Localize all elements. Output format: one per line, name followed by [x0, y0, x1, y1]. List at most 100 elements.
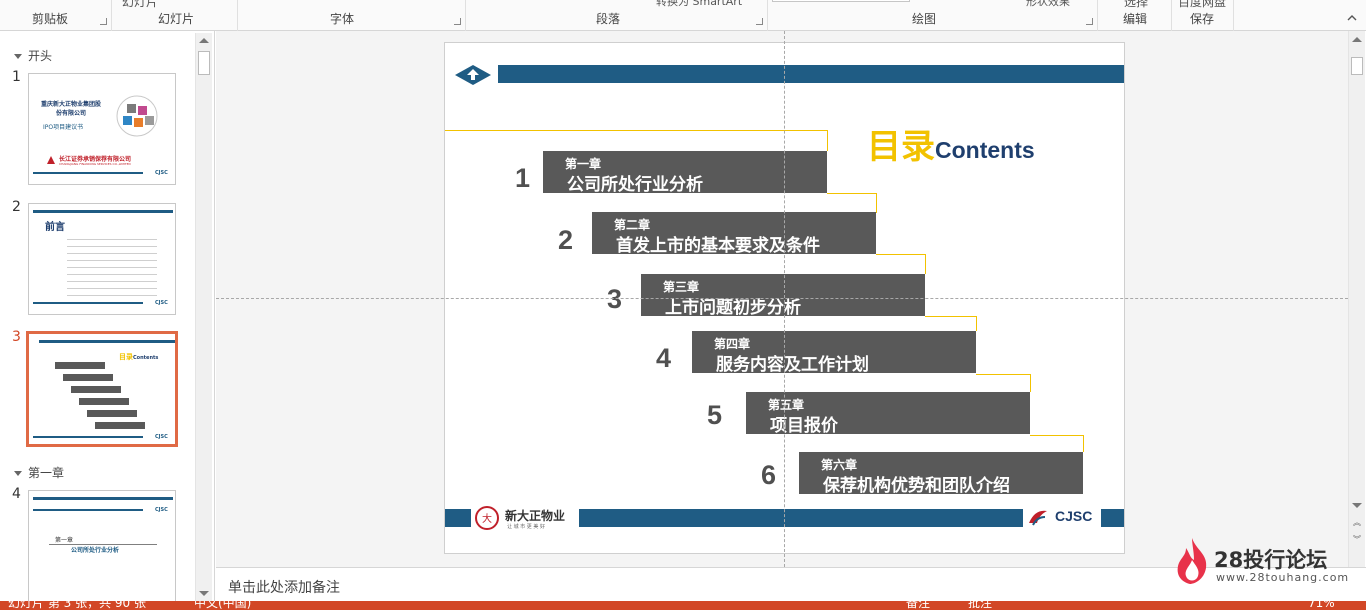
slide-number: 2 — [12, 199, 21, 215]
thumb-chapter-title: 公司所处行业分析 — [71, 547, 120, 554]
chapter-title: 公司所处行业分析 — [567, 175, 703, 195]
chapter-title: 保荐机构优势和团队介绍 — [823, 476, 1010, 496]
shape-effects-button[interactable]: 形状效果 — [1026, 0, 1070, 9]
thumb-chapter: 第一章 — [55, 537, 74, 544]
vertical-guide[interactable] — [784, 31, 785, 567]
scrollbar-thumb[interactable] — [1351, 57, 1363, 75]
comments-button[interactable]: 批注 — [968, 601, 992, 609]
baidu-netdisk-button[interactable]: 百度网盘 — [1178, 0, 1226, 10]
watermark-logo: 28投行论坛 www.28touhang.com — [1172, 536, 1348, 588]
chapter-number: 5 — [707, 400, 723, 430]
scroll-up-icon[interactable] — [199, 38, 209, 43]
slide-logo-icon — [455, 65, 491, 85]
ribbon-group-font[interactable]: 字体 — [238, 0, 466, 31]
thumb-footer-bar — [33, 509, 143, 511]
thumbnail-scrollbar[interactable] — [195, 33, 212, 601]
scroll-down-icon[interactable] — [199, 591, 209, 596]
dialog-launcher-icon[interactable] — [100, 18, 107, 25]
previous-slide-icon[interactable]: ︽ — [1353, 519, 1361, 527]
section-header-chapter1[interactable]: 第一章 — [14, 464, 64, 481]
ribbon-group-label: 编辑 — [1123, 12, 1148, 26]
dialog-launcher-icon[interactable] — [454, 18, 461, 25]
shape-gallery[interactable] — [772, 0, 910, 2]
section-label: 开头 — [28, 49, 53, 63]
footer-company-name: 新大正物业 — [505, 509, 566, 523]
chapter-item-6[interactable]: 第六章 保荐机构优势和团队介绍 — [799, 452, 1083, 496]
language-indicator[interactable]: 中文(中国) — [194, 601, 251, 609]
slide-header-bar — [498, 65, 1124, 83]
chapter-number: 6 — [761, 460, 777, 490]
ribbon-group-clipboard[interactable]: 剪贴板 — [0, 0, 112, 31]
cubes-graphic-icon — [116, 95, 158, 137]
chapter-title: 服务内容及工作计划 — [716, 355, 869, 375]
chapter-item-4[interactable]: 第四章 服务内容及工作计划 — [692, 331, 976, 375]
slide-editor[interactable]: 目录Contents 1 第一章 公司所处行业分析 2 第二章 首发上市的基本要… — [216, 31, 1348, 567]
chapter-item-3[interactable]: 第三章 上市问题初步分析 — [641, 274, 925, 318]
slide-title: 目录Contents — [867, 119, 1035, 168]
ribbon-group-label: 段落 — [596, 12, 621, 26]
slide-thumbnail-2[interactable]: 前言 CJSC — [28, 203, 176, 315]
thumb-cjsc-tag: CJSC — [155, 300, 168, 306]
scrollbar-thumb[interactable] — [198, 51, 210, 75]
chapter-number: 2 — [558, 225, 574, 255]
chapter-connector-line — [445, 130, 828, 151]
slide-thumbnail-4[interactable]: CJSC 第一章 公司所处行业分析 — [28, 490, 176, 605]
collapse-section-icon[interactable] — [14, 471, 22, 476]
chapter-connector-line — [1030, 435, 1084, 452]
thumb-title-cn: 目录 — [119, 353, 133, 361]
thumb-footer-bar — [33, 302, 143, 304]
ribbon-group-label: 幻灯片 — [158, 12, 195, 26]
chapter-connector-line — [976, 374, 1031, 392]
ribbon-group-save[interactable]: 百度网盘 保存 — [1172, 0, 1234, 31]
thumb-text-lines — [67, 236, 157, 296]
scroll-down-icon[interactable] — [1352, 503, 1362, 508]
company-seal-icon: 大 — [475, 506, 499, 530]
new-slide-button[interactable]: 幻灯片 — [122, 0, 158, 10]
ribbon-group-drawing[interactable]: 形状效果 绘图 — [768, 0, 1098, 31]
thumb-header-bar — [39, 340, 175, 343]
smartart-button[interactable]: 转换为 SmartArt — [656, 0, 742, 9]
slide-info[interactable]: 幻灯片 第 3 张，共 90 张 — [8, 601, 146, 609]
chapter-number: 1 — [515, 163, 531, 193]
collapse-section-icon[interactable] — [14, 54, 22, 59]
ribbon-group-editing[interactable]: 选择 编辑 — [1098, 0, 1172, 31]
watermark-brand: 28投行论坛 — [1214, 548, 1328, 572]
ribbon-group-paragraph[interactable]: 转换为 SmartArt 段落 — [466, 0, 768, 31]
ribbon-group-slides[interactable]: 幻灯片 幻灯片 — [112, 0, 238, 31]
footer-slogan: 让 城 市 更 美 好 — [507, 524, 545, 530]
ribbon-group-label: 字体 — [330, 12, 355, 26]
scroll-up-icon[interactable] — [1352, 37, 1362, 42]
slide-thumbnail-1[interactable]: 重庆新大正物业集团股份有限公司 IPO项目建议书 长江证券承销保荐有限公司 CH… — [28, 73, 176, 185]
chapter-number: 3 — [607, 284, 623, 314]
ribbon: 剪贴板 幻灯片 幻灯片 字体 转换为 SmartArt 段落 形状效果 绘图 选… — [0, 0, 1366, 31]
collapse-ribbon-icon[interactable] — [1346, 12, 1358, 24]
thumb-cjsc-tag: CJSC — [155, 434, 168, 440]
dialog-launcher-icon[interactable] — [1086, 18, 1093, 25]
chapter-item-2[interactable]: 第二章 首发上市的基本要求及条件 — [592, 212, 876, 256]
notes-button[interactable]: 备注 — [906, 601, 930, 609]
chapter-number: 4 — [656, 343, 672, 373]
slide-thumbnail-panel[interactable]: 开头 1 重庆新大正物业集团股份有限公司 IPO项目建议书 长江证券承销保荐有限… — [0, 31, 215, 605]
editor-scrollbar[interactable]: ︽ ︾ — [1348, 31, 1365, 567]
select-button[interactable]: 选择 — [1124, 0, 1148, 10]
cj-logo-icon — [47, 156, 55, 164]
chapter-title: 上市问题初步分析 — [665, 298, 801, 318]
thumb-title: 目录Contents — [119, 352, 158, 362]
zoom-level[interactable]: 71% — [1308, 601, 1335, 609]
slide-title-en: Contents — [935, 137, 1035, 163]
thumb-cjsc-tag: CJSC — [155, 170, 168, 176]
thumb-footer-bar — [33, 436, 143, 438]
thumb-title: 前言 — [45, 222, 65, 233]
ribbon-group-label: 绘图 — [912, 12, 937, 26]
horizontal-guide[interactable] — [216, 298, 1348, 299]
chapter-item-5[interactable]: 第五章 项目报价 — [746, 392, 1030, 436]
next-slide-icon[interactable]: ︾ — [1353, 536, 1361, 544]
dialog-launcher-icon[interactable] — [756, 18, 763, 25]
thumb-header-bar — [33, 497, 173, 500]
section-header-start[interactable]: 开头 — [14, 47, 52, 64]
chapter-connector-line — [876, 254, 926, 274]
thumb-title: 重庆新大正物业集团股份有限公司 — [40, 101, 101, 117]
slide-thumbnail-3[interactable]: 目录Contents CJSC — [26, 331, 178, 447]
slide-number: 1 — [12, 69, 21, 85]
notes-placeholder[interactable]: 单击此处添加备注 — [228, 577, 340, 597]
